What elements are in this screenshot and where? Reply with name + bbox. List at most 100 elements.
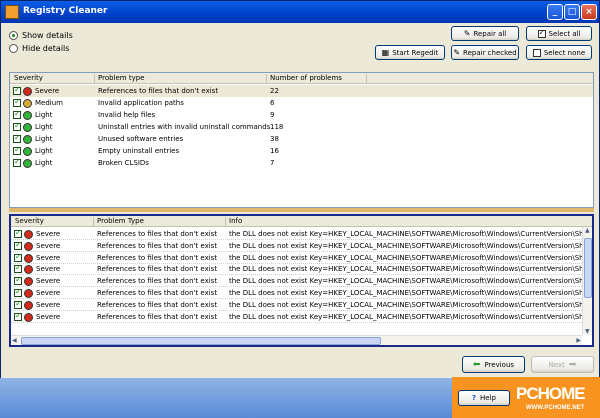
severity-cell: Severe <box>36 312 61 321</box>
title-bar[interactable]: Registry Cleaner _ □ × <box>1 1 599 23</box>
info-cell: the DLL does not exist Key=HKEY_LOCAL_MA… <box>229 300 584 309</box>
row-checkbox[interactable] <box>14 240 22 250</box>
column-severity[interactable]: Severity <box>15 217 44 225</box>
severity-severe-icon <box>23 87 32 96</box>
row-checkbox[interactable] <box>13 85 21 95</box>
problem-type-cell: References to files that don't exist <box>97 241 218 250</box>
summary-row[interactable]: Severe References to files that don't exi… <box>10 85 593 97</box>
hide-details-radio[interactable] <box>9 44 18 53</box>
column-info[interactable]: Info <box>229 217 242 225</box>
maximize-button[interactable]: □ <box>564 4 580 20</box>
row-checkbox[interactable] <box>14 275 22 286</box>
column-severity[interactable]: Severity <box>14 74 43 82</box>
info-cell: the DLL does not exist Key=HKEY_LOCAL_MA… <box>229 265 584 274</box>
scroll-thumb[interactable] <box>584 238 592 298</box>
row-checkbox[interactable] <box>14 252 22 262</box>
row-checkbox[interactable] <box>14 311 22 321</box>
watermark-logo: PCHOME WWW.PCHOME.NET <box>510 378 600 418</box>
detail-row[interactable]: Severe References to files that don't exi… <box>11 228 592 240</box>
regedit-icon: ▦ <box>381 48 390 57</box>
severity-medium-icon <box>23 99 32 108</box>
problem-type-cell: Uninstall entries with invalid uninstall… <box>98 123 271 131</box>
window-title: Registry Cleaner <box>23 6 108 16</box>
select-all-label: Select all <box>548 29 581 38</box>
info-cell: the DLL does not exist Key=HKEY_LOCAL_MA… <box>229 253 584 262</box>
severity-cell: Severe <box>36 277 61 286</box>
scroll-left-icon[interactable]: ◀ <box>12 337 17 344</box>
severity-cell: Light <box>35 147 53 155</box>
summary-row[interactable]: Light Uninstall entries with invalid unin… <box>10 121 593 133</box>
scroll-down-icon[interactable]: ▼ <box>585 328 590 335</box>
row-checkbox[interactable] <box>14 299 22 309</box>
problem-type-cell: References to files that don't exist <box>97 230 218 238</box>
column-problem-type[interactable]: Problem type <box>98 74 144 82</box>
problem-count-cell: 118 <box>270 123 284 131</box>
scroll-up-icon[interactable]: ▲ <box>585 227 590 234</box>
row-checkbox[interactable] <box>13 145 21 155</box>
severity-cell: Severe <box>36 300 61 309</box>
pane-splitter[interactable] <box>9 208 594 212</box>
problem-type-cell: References to files that don't exist <box>97 289 218 297</box>
vertical-scrollbar[interactable]: ▲ ▼ <box>582 227 592 335</box>
next-button[interactable]: Next ➡ <box>531 356 594 373</box>
start-regedit-label: Start Regedit <box>392 48 439 57</box>
detail-row[interactable]: Severe References to files that don't exi… <box>11 263 592 276</box>
row-checkbox[interactable] <box>13 121 21 131</box>
previous-button[interactable]: ⬅ Previous <box>462 356 525 373</box>
scroll-thumb[interactable] <box>21 337 381 345</box>
detail-row[interactable]: Severe References to files that don't exi… <box>11 311 592 323</box>
show-details-option[interactable]: Show details <box>9 31 73 40</box>
row-checkbox[interactable] <box>14 263 22 274</box>
scroll-right-icon[interactable]: ▶ <box>576 337 581 344</box>
repair-checked-button[interactable]: ✎ Repair checked <box>451 45 519 60</box>
row-checkbox[interactable] <box>13 157 21 167</box>
summary-row[interactable]: Light Empty uninstall entries 16 <box>10 145 593 157</box>
problem-type-cell: Unused software entries <box>98 135 184 143</box>
start-regedit-button[interactable]: ▦ Start Regedit <box>375 45 445 60</box>
select-all-button[interactable]: Select all <box>526 26 592 41</box>
detail-row[interactable]: Severe References to files that don't exi… <box>11 252 592 264</box>
problem-type-cell: References to files that don't exist <box>97 312 218 321</box>
repair-icon: ✎ <box>453 48 461 57</box>
row-checkbox[interactable] <box>13 133 21 143</box>
severity-light-icon <box>23 147 32 156</box>
detail-row[interactable]: Severe References to files that don't exi… <box>11 299 592 311</box>
info-cell: the DLL does not exist Key=HKEY_LOCAL_MA… <box>229 277 584 286</box>
problem-type-cell: References to files that don't exist <box>97 265 218 274</box>
detail-row[interactable]: Severe References to files that don't exi… <box>11 287 592 299</box>
show-details-radio[interactable] <box>9 31 18 40</box>
watermark-main: PCHOME <box>516 384 586 403</box>
column-problem-type[interactable]: Problem Type <box>97 217 144 225</box>
details-table: Severity Problem Type Info Severe Referen… <box>9 214 594 347</box>
severity-cell: Medium <box>35 99 63 107</box>
row-checkbox[interactable] <box>13 109 21 119</box>
summary-row[interactable]: Light Invalid help files 9 <box>10 109 593 121</box>
select-none-button[interactable]: Select none <box>526 45 592 60</box>
severity-severe-icon <box>24 241 33 251</box>
summary-row[interactable]: Light Broken CLSIDs 7 <box>10 157 593 169</box>
row-checkbox[interactable] <box>14 228 22 238</box>
summary-row[interactable]: Light Unused software entries 38 <box>10 133 593 145</box>
severity-cell: Light <box>35 111 53 119</box>
checked-box-icon <box>537 28 546 38</box>
close-button[interactable]: × <box>581 4 597 20</box>
summary-table: Severity Problem type Number of problems… <box>9 72 594 208</box>
column-number-of-problems[interactable]: Number of problems <box>270 74 342 82</box>
severity-severe-icon <box>24 277 33 287</box>
problem-type-cell: Invalid application paths <box>98 99 184 107</box>
severity-cell: Severe <box>35 87 60 95</box>
detail-row[interactable]: Severe References to files that don't exi… <box>11 275 592 288</box>
row-checkbox[interactable] <box>13 97 21 107</box>
minimize-button[interactable]: _ <box>547 4 563 20</box>
info-cell: the DLL does not exist Key=HKEY_LOCAL_MA… <box>229 312 584 321</box>
summary-row[interactable]: Medium Invalid application paths 6 <box>10 97 593 109</box>
help-button[interactable]: ? Help <box>458 390 510 406</box>
severity-light-icon <box>23 123 32 132</box>
hide-details-option[interactable]: Hide details <box>9 44 69 53</box>
detail-row[interactable]: Severe References to files that don't exi… <box>11 240 592 252</box>
severity-cell: Severe <box>36 230 61 238</box>
row-checkbox[interactable] <box>14 287 22 297</box>
repair-all-button[interactable]: ✎ Repair all <box>451 26 519 41</box>
problem-count-cell: 38 <box>270 135 279 143</box>
horizontal-scrollbar[interactable]: ◀ ▶ <box>11 335 582 345</box>
